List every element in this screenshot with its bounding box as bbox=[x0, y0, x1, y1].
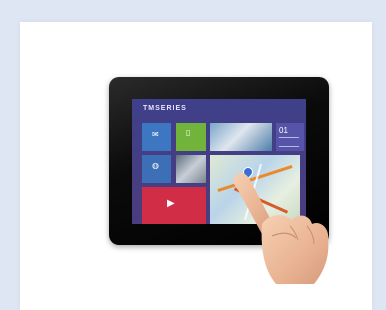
date-number: 01 bbox=[279, 126, 288, 135]
tile-video: ▶ bbox=[142, 187, 206, 224]
tile-date: 01 bbox=[276, 123, 304, 151]
background-frame: TMSERIES ✉ ▯ 01 ◍ ▶ bbox=[6, 6, 380, 310]
tile-person-photo bbox=[176, 155, 206, 183]
tile-phone: ▯ bbox=[176, 123, 206, 151]
hand-illustration bbox=[233, 172, 329, 284]
brand-label: TMSERIES bbox=[143, 105, 187, 112]
play-icon: ▶ bbox=[167, 198, 175, 209]
phone-icon: ▯ bbox=[186, 128, 191, 137]
date-text-lines bbox=[279, 137, 299, 147]
globe-icon: ◍ bbox=[152, 161, 159, 170]
tile-mail: ✉ bbox=[142, 123, 171, 151]
tile-globe: ◍ bbox=[142, 155, 171, 183]
product-image-card: TMSERIES ✉ ▯ 01 ◍ ▶ bbox=[20, 22, 372, 310]
tile-sea-photo bbox=[210, 123, 272, 151]
envelope-icon: ✉ bbox=[152, 130, 159, 139]
